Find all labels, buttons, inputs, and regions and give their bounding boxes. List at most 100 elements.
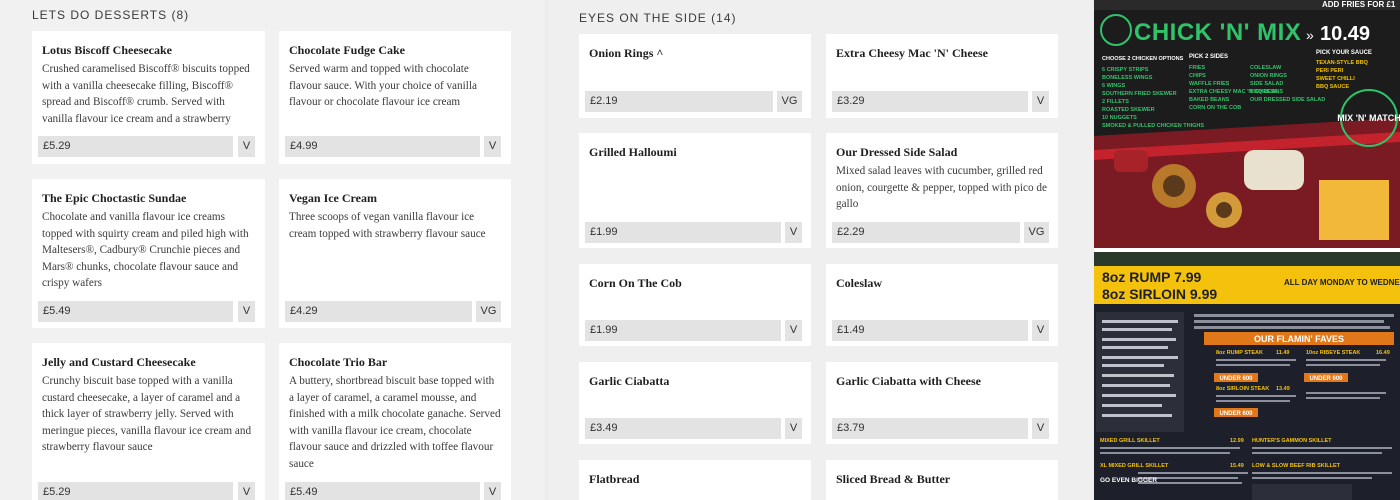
item-price: £3.79 <box>832 418 1028 439</box>
menu-item-card[interactable]: Garlic Ciabatta £3.49 V <box>579 362 811 444</box>
item-title: Extra Cheesy Mac 'N' Cheese <box>836 46 988 60</box>
menu-item-card[interactable]: Vegan Ice Cream Three scoops of vegan va… <box>279 179 511 328</box>
promo-col3-item: SIDE SALAD <box>1250 81 1283 87</box>
dietary-tag: V <box>484 482 501 500</box>
promo-col4-item: SWEET CHILLI <box>1316 76 1355 82</box>
item-price: £5.29 <box>38 482 233 500</box>
item-title: Our Dressed Side Salad <box>836 145 958 159</box>
promo-col2-item: FRIES <box>1189 65 1206 71</box>
menu-item-card[interactable]: Onion Rings ^ £2.19 VG <box>579 34 811 118</box>
menu-item-card[interactable]: Jelly and Custard Cheesecake Crunchy bis… <box>32 343 265 500</box>
item-price: £1.99 <box>585 222 781 243</box>
item-price: £3.49 <box>585 418 781 439</box>
promo-col2-head: PICK 2 SIDES <box>1189 54 1228 60</box>
promo-col4-item: PERI PERI <box>1316 68 1344 74</box>
item-price: £2.19 <box>585 91 773 112</box>
promo-col1-item: SMOKED & PULLED CHICKEN THIGHS <box>1102 123 1204 129</box>
skillet-name: HUNTER'S GAMMON SKILLET <box>1252 438 1332 444</box>
dietary-tag: V <box>785 320 802 341</box>
cajun-skillet-photo <box>1252 484 1352 500</box>
steak-price: 16.49 <box>1376 350 1390 356</box>
item-price: £1.49 <box>832 320 1028 341</box>
promo-col4-head: PICK YOUR SAUCE <box>1316 50 1372 56</box>
item-price: £5.49 <box>285 482 480 500</box>
dietary-tag: VG <box>1024 222 1049 243</box>
menu-item-card[interactable]: Chocolate Fudge Cake Served warm and top… <box>279 31 511 164</box>
promo-col1-item: BONELESS WINGS <box>1102 75 1153 81</box>
promo-top-banner: ADD FRIES FOR £1 <box>1322 0 1396 9</box>
item-title: Flatbread <box>589 472 640 486</box>
dietary-tag: VG <box>476 301 501 322</box>
under-600-label: UNDER 600 <box>1309 376 1343 382</box>
menu-item-card[interactable]: Sliced Bread & Butter <box>826 460 1058 500</box>
under-600-label: UNDER 600 <box>1219 411 1253 417</box>
chick-n-mix-board: ADD FRIES FOR £1 CHICK 'N' MIX » 10.49 C… <box>1094 0 1400 248</box>
promo-col2-item: CHIPS <box>1189 73 1206 79</box>
steak-offer-line2: 8oz SIRLOIN 9.99 <box>1102 286 1217 302</box>
steak-promo-image: 8oz RUMP 7.99 8oz SIRLOIN 9.99 ALL DAY M… <box>1094 252 1400 500</box>
item-price: £3.29 <box>832 91 1028 112</box>
menu-item-card[interactable]: The Epic Choctastic Sundae Chocolate and… <box>32 179 265 328</box>
promo-arrow: » <box>1306 27 1314 43</box>
chick-n-mix-promo-image: ADD FRIES FOR £1 CHICK 'N' MIX » 10.49 C… <box>1094 0 1400 248</box>
promo-brand: CHICK 'N' MIX <box>1134 19 1301 46</box>
item-description: Served warm and topped with chocolate fl… <box>289 63 477 109</box>
item-title: Vegan Ice Cream <box>289 191 377 205</box>
item-title: Grilled Halloumi <box>589 145 677 159</box>
under-600-label: UNDER 600 <box>1219 376 1253 382</box>
item-price: £2.29 <box>832 222 1020 243</box>
item-price: £5.29 <box>38 136 233 157</box>
promo-col1-item: 6 CRISPY STRIPS <box>1102 67 1149 73</box>
item-price: £4.99 <box>285 136 480 157</box>
promo-col4-item: BBQ SAUCE <box>1316 84 1349 90</box>
item-title: Chocolate Fudge Cake <box>289 43 405 57</box>
dietary-tag: V <box>1032 320 1049 341</box>
promo-col4-item: TEXAN-STYLE BBQ <box>1316 60 1369 66</box>
promo-col1-item: 2 FILLETS <box>1102 99 1129 105</box>
promo-price: 10.49 <box>1320 23 1370 45</box>
dietary-tag: V <box>238 136 255 157</box>
menu-item-card[interactable]: Garlic Ciabatta with Cheese £3.79 V <box>826 362 1058 444</box>
menu-item-card[interactable]: Grilled Halloumi £1.99 V <box>579 133 811 248</box>
menu-item-card[interactable]: Chocolate Trio Bar A buttery, shortbread… <box>279 343 511 500</box>
skillet-name: LOW & SLOW BEEF RIB SKILLET <box>1252 463 1341 469</box>
go-even-bigger-label: GO EVEN BIGGER <box>1100 477 1157 484</box>
dietary-tag: V <box>785 418 802 439</box>
item-title: Sliced Bread & Butter <box>836 472 951 486</box>
steak-name: 8oz RUMP STEAK <box>1216 350 1263 356</box>
item-description: Chocolate and vanilla flavour ice creams… <box>42 211 249 290</box>
menu-item-card[interactable]: Flatbread <box>579 460 811 500</box>
steak-name: 8oz SIRLOIN STEAK <box>1216 386 1269 392</box>
promo-col1-item: 10 NUGGETS <box>1102 115 1137 121</box>
item-title: Corn On The Cob <box>589 276 682 290</box>
menu-item-card[interactable]: Corn On The Cob £1.99 V <box>579 264 811 346</box>
menu-item-card[interactable]: Extra Cheesy Mac 'N' Cheese £3.29 V <box>826 34 1058 118</box>
skillet-name: XL MIXED GRILL SKILLET <box>1100 463 1169 469</box>
item-price: £4.29 <box>285 301 472 322</box>
item-title: The Epic Choctastic Sundae <box>42 191 187 205</box>
item-title: Onion Rings ^ <box>589 46 664 60</box>
coleslaw-photo <box>1244 150 1304 190</box>
promo-col3-item: COLESLAW <box>1250 65 1282 71</box>
menu-item-card[interactable]: Our Dressed Side Salad Mixed salad leave… <box>826 133 1058 248</box>
promo-col2-item: WAFFLE FRIES <box>1189 81 1230 87</box>
item-price: £5.49 <box>38 301 233 322</box>
promo-badge: MIX 'N' MATCH <box>1337 113 1400 123</box>
item-description: A buttery, shortbread biscuit base toppe… <box>289 375 501 470</box>
skillet-price: 12.99 <box>1230 438 1244 444</box>
menu-item-card[interactable]: Lotus Biscoff Cheesecake Crushed caramel… <box>32 31 265 164</box>
item-title: Chocolate Trio Bar <box>289 355 388 369</box>
steak-board: 8oz RUMP 7.99 8oz SIRLOIN 9.99 ALL DAY M… <box>1094 252 1400 500</box>
dietary-tag: VG <box>777 91 802 112</box>
steak-offer-days: ALL DAY MONDAY TO WEDNESDAY <box>1284 278 1400 287</box>
skillet-price: 15.49 <box>1230 463 1244 469</box>
dietary-tag: V <box>1032 91 1049 112</box>
promo-col1-item: SOUTHERN FRIED SKEWER <box>1102 91 1177 97</box>
item-title: Lotus Biscoff Cheesecake <box>42 43 172 57</box>
fries-photo <box>1319 180 1389 240</box>
promo-col3-item: BBQ BEANS <box>1250 89 1283 95</box>
dietary-tag: V <box>1032 418 1049 439</box>
desserts-heading: LETS DO DESSERTS (8) <box>32 8 190 22</box>
item-description: Three scoops of vegan vanilla flavour ic… <box>289 211 486 240</box>
menu-item-card[interactable]: Coleslaw £1.49 V <box>826 264 1058 346</box>
